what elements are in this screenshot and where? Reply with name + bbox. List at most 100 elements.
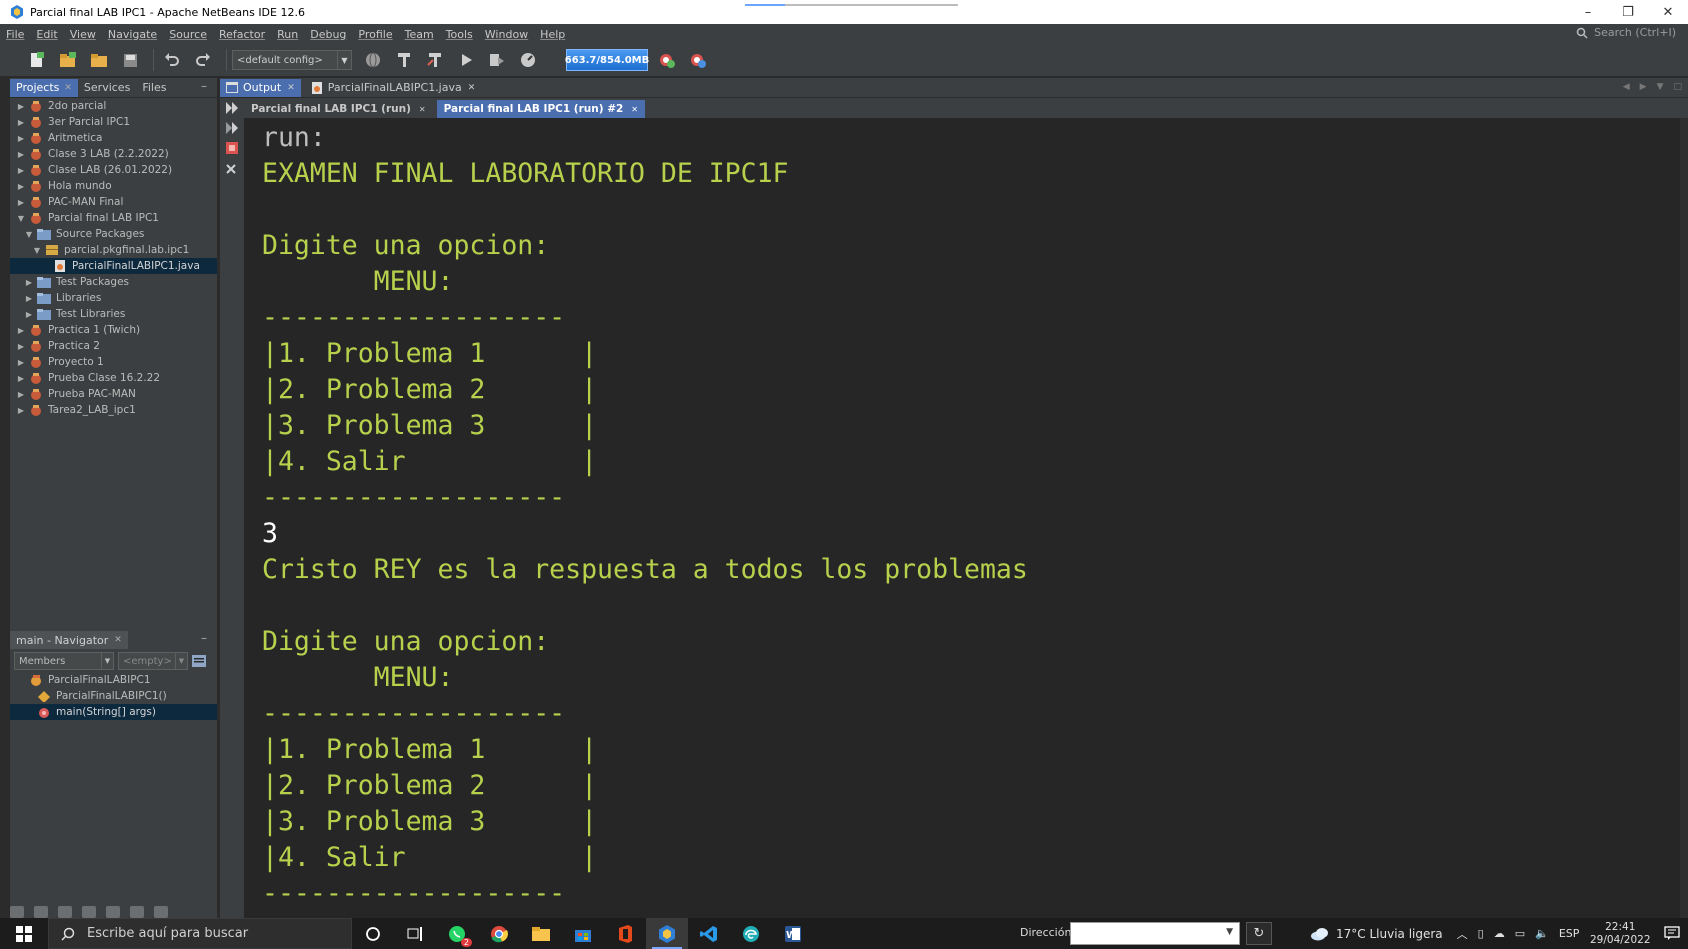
tree-node[interactable]: ParcialFinalLABIPC1 xyxy=(10,672,217,688)
stop-button[interactable] xyxy=(220,138,244,158)
tree-node[interactable]: ▶ Test Packages xyxy=(10,274,217,290)
address-input[interactable]: ▼ xyxy=(1070,922,1240,945)
output-console[interactable]: run: EXAMEN FINAL LABORATORIO DE IPC1F Dig… xyxy=(244,118,1680,918)
tree-node[interactable]: ▶ Aritmetica xyxy=(10,130,217,146)
tree-node[interactable]: ▶ Clase 3 LAB (2.2.2022) xyxy=(10,146,217,162)
memory-usage-button[interactable]: 663.7/854.0MB xyxy=(565,49,649,71)
rerun-button[interactable] xyxy=(220,98,244,118)
close-icon[interactable]: ✕ xyxy=(64,83,72,93)
save-all-button[interactable] xyxy=(117,48,143,72)
tree-node[interactable]: main(String[] args) xyxy=(10,704,217,720)
sort-alpha-icon[interactable] xyxy=(154,906,168,918)
collapsed-chevron-icon[interactable]: ▶ xyxy=(16,102,26,111)
tab-output[interactable]: Output ✕ xyxy=(220,78,301,97)
close-button[interactable]: ✕ xyxy=(1648,0,1688,24)
tree-node[interactable]: ▼ Parcial final LAB IPC1 xyxy=(10,210,217,226)
empty-filter-select[interactable]: <empty> ▼ xyxy=(118,652,188,670)
show-fqn-icon[interactable] xyxy=(130,906,144,918)
chrome-app[interactable] xyxy=(478,918,520,949)
redo-button[interactable] xyxy=(190,48,216,72)
menu-file[interactable]: File xyxy=(0,28,30,41)
tab-projects[interactable]: Projects ✕ xyxy=(10,78,78,97)
expanded-chevron-icon[interactable]: ▼ xyxy=(32,246,42,255)
tab-services[interactable]: Services xyxy=(78,79,136,97)
profile-button[interactable] xyxy=(515,48,541,72)
word-app[interactable]: W xyxy=(772,918,814,949)
tree-node[interactable]: ▶ Prueba Clase 16.2.22 xyxy=(10,370,217,386)
task-view-button[interactable] xyxy=(394,918,436,949)
open-project-button[interactable] xyxy=(86,48,112,72)
tree-node[interactable]: ▶ Prueba PAC-MAN xyxy=(10,386,217,402)
close-icon[interactable]: ✕ xyxy=(114,635,122,645)
collapsed-chevron-icon[interactable]: ▶ xyxy=(16,390,26,399)
collapsed-chevron-icon[interactable]: ▶ xyxy=(16,406,26,415)
file-explorer-app[interactable] xyxy=(520,918,562,949)
menu-window[interactable]: Window xyxy=(479,28,534,41)
expanded-chevron-icon[interactable]: ▼ xyxy=(16,214,26,223)
settings-button[interactable] xyxy=(220,158,244,178)
run-configuration-select[interactable]: <default config> ▼ xyxy=(232,50,352,70)
notification-center-icon[interactable] xyxy=(1664,925,1680,941)
filter-options-icon[interactable] xyxy=(192,655,206,667)
menu-tools[interactable]: Tools xyxy=(440,28,479,41)
minimize-panel-icon[interactable]: – xyxy=(201,632,211,644)
cortana-button[interactable] xyxy=(352,918,394,949)
onedrive-cloud-icon[interactable]: ☁ xyxy=(1494,927,1505,940)
rerun-different-button[interactable] xyxy=(220,118,244,138)
collapsed-chevron-icon[interactable]: ▶ xyxy=(16,134,26,143)
members-filter-select[interactable]: Members ▼ xyxy=(14,652,114,670)
tree-node[interactable]: ▶ 3er Parcial IPC1 xyxy=(10,114,217,130)
menu-team[interactable]: Team xyxy=(399,28,440,41)
close-icon[interactable]: ✕ xyxy=(287,83,295,93)
office-app[interactable] xyxy=(604,918,646,949)
start-button[interactable] xyxy=(0,918,48,949)
menu-refactor[interactable]: Refactor xyxy=(213,28,271,41)
chevron-right-icon[interactable]: ▶ xyxy=(1640,82,1647,92)
clean-build-button[interactable] xyxy=(422,48,448,72)
tree-node[interactable]: ▶ Practica 1 (Twich) xyxy=(10,322,217,338)
navigator-title[interactable]: main - Navigator ✕ xyxy=(10,631,128,649)
collapsed-chevron-icon[interactable]: ▶ xyxy=(16,342,26,351)
collapsed-chevron-icon[interactable]: ▶ xyxy=(16,198,26,207)
taskbar-search-box[interactable]: Escribe aquí para buscar xyxy=(48,918,352,949)
static-filter-icon[interactable] xyxy=(58,906,72,918)
tab-java-file[interactable]: ParcialFinalLABIPC1.java ✕ xyxy=(305,79,482,97)
globe-browser-button[interactable] xyxy=(360,48,386,72)
tree-node[interactable]: ▶ Proyecto 1 xyxy=(10,354,217,370)
inherited-filter-icon[interactable] xyxy=(82,906,96,918)
collapsed-chevron-icon[interactable]: ▶ xyxy=(16,118,26,127)
gc-button[interactable] xyxy=(654,48,680,72)
close-icon[interactable]: ✕ xyxy=(631,105,638,114)
quick-search[interactable]: Search (Ctrl+I) xyxy=(1576,26,1676,39)
run-button[interactable] xyxy=(453,48,479,72)
collapsed-chevron-icon[interactable]: ▶ xyxy=(24,278,34,287)
tree-node[interactable]: ▶ 2do parcial xyxy=(10,98,217,114)
tree-node[interactable]: ParcialFinalLABIPC1.java xyxy=(10,258,217,274)
address-go-button[interactable]: ↻ xyxy=(1246,922,1272,945)
menu-help[interactable]: Help xyxy=(534,28,571,41)
tree-node[interactable]: ▶ Libraries xyxy=(10,290,217,306)
minimize-panel-icon[interactable]: – xyxy=(201,80,211,92)
build-button[interactable] xyxy=(391,48,417,72)
close-icon[interactable]: ✕ xyxy=(419,105,426,114)
tree-node[interactable]: ▶ Test Libraries xyxy=(10,306,217,322)
vscode-app[interactable] xyxy=(688,918,730,949)
tree-node[interactable]: ▼ Source Packages xyxy=(10,226,217,242)
chevron-down-icon[interactable]: ▼ xyxy=(1226,927,1233,937)
store-app[interactable] xyxy=(562,918,604,949)
collapsed-chevron-icon[interactable]: ▶ xyxy=(16,150,26,159)
network-icon[interactable]: ▭ xyxy=(1515,927,1525,940)
menu-profile[interactable]: Profile xyxy=(352,28,398,41)
menu-source[interactable]: Source xyxy=(163,28,213,41)
maximize-icon[interactable]: □ xyxy=(1673,82,1682,92)
new-file-button[interactable] xyxy=(24,48,50,72)
taskbar-clock[interactable]: 22:41 29/04/2022 xyxy=(1590,921,1651,947)
new-project-button[interactable] xyxy=(55,48,81,72)
minimize-button[interactable]: – xyxy=(1568,0,1608,24)
collapsed-chevron-icon[interactable]: ▶ xyxy=(24,294,34,303)
tree-node[interactable]: ▶ Hola mundo xyxy=(10,178,217,194)
whatsapp-app[interactable]: 2 xyxy=(436,918,478,949)
close-icon[interactable]: ✕ xyxy=(468,83,476,93)
weather-text[interactable]: 17°C Lluvia ligera xyxy=(1336,927,1443,941)
tree-node[interactable]: ▶ Tarea2_LAB_ipc1 xyxy=(10,402,217,418)
